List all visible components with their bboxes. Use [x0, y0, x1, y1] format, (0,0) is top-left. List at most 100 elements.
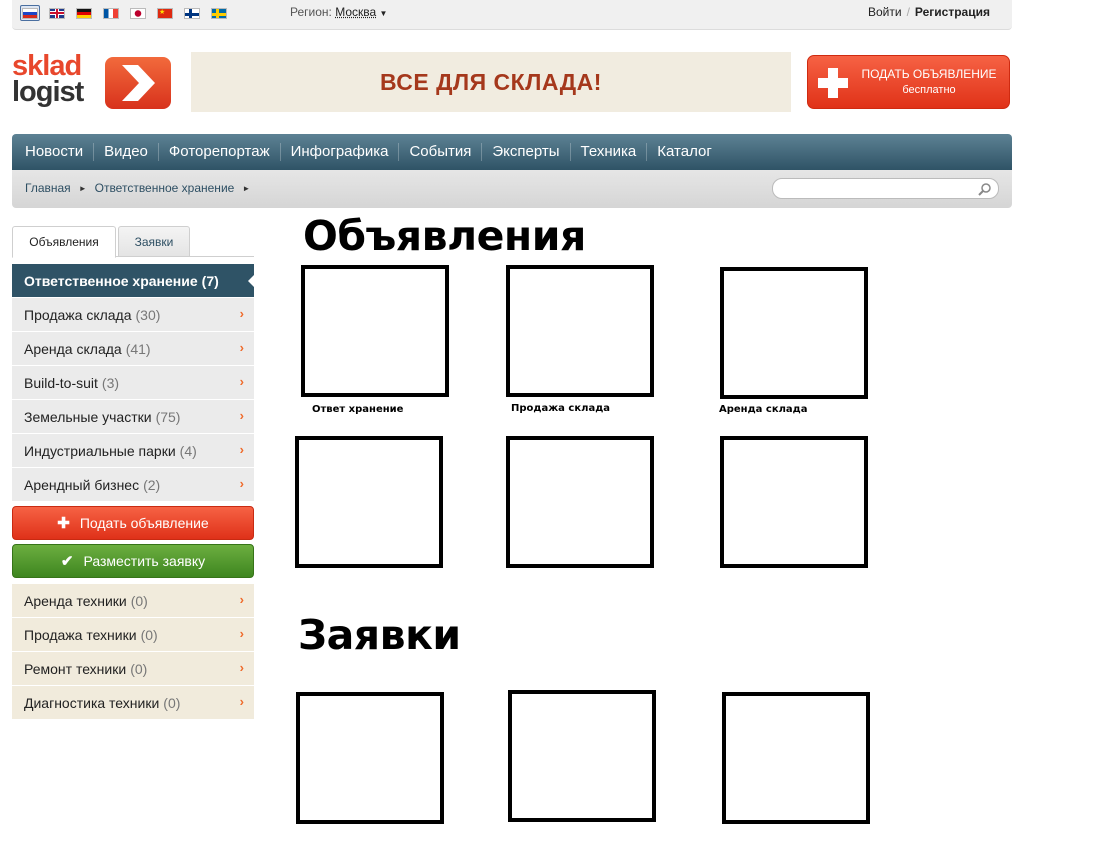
equipment-count: (0) — [140, 626, 158, 643]
nav-item-photo-report[interactable]: Фоторепортаж — [159, 143, 281, 161]
breadcrumb-home[interactable]: Главная — [25, 181, 71, 195]
category-label: Индустриальные парки — [24, 442, 176, 459]
breadcrumb-bar: Главная ► Ответственное хранение ► — [12, 170, 1012, 208]
chevron-right-icon: › — [239, 694, 244, 709]
category-label: Build-to-suit — [24, 374, 98, 391]
search-icon[interactable] — [978, 182, 992, 196]
active-notch-icon — [248, 275, 254, 287]
ad-tile-placeholder[interactable] — [295, 436, 443, 568]
category-label: Аренда склада — [24, 340, 122, 357]
equipment-label: Аренда техники — [24, 592, 127, 609]
ad-tile-caption: Аренда склада — [719, 404, 808, 415]
category-item[interactable]: Земельные участки (75) › — [12, 400, 254, 434]
top-bar: Регион: Москва ▼ Войти / Регистрация — [12, 0, 1012, 30]
language-flags — [20, 5, 229, 21]
region-city-link[interactable]: Москва — [335, 5, 376, 19]
register-link[interactable]: Регистрация — [915, 5, 990, 19]
category-item[interactable]: Индустриальные парки (4) › — [12, 434, 254, 468]
banner-text: ВСЕ ДЛЯ СКЛАДА! — [380, 68, 602, 95]
login-link[interactable]: Войти — [868, 5, 902, 19]
category-label: Продажа склада — [24, 306, 132, 323]
chevron-right-icon: › — [239, 476, 244, 491]
breadcrumb-current[interactable]: Ответственное хранение — [95, 181, 235, 195]
flag-se-icon[interactable] — [209, 5, 229, 21]
main-nav: Новости Видео Фоторепортаж Инфографика С… — [12, 134, 1012, 170]
nav-item-news[interactable]: Новости — [15, 143, 95, 161]
category-label: Ответственное хранение — [24, 272, 198, 289]
category-count: (3) — [101, 374, 120, 391]
category-list: Ответственное хранение (7) Продажа склад… — [12, 264, 254, 502]
flag-ru-icon[interactable] — [20, 5, 40, 21]
logo-arrow-icon — [105, 57, 171, 109]
equipment-item[interactable]: Диагностика техники (0) › — [12, 686, 254, 720]
ad-tile-placeholder[interactable] — [506, 436, 654, 568]
logo-wordmark: sklad logist — [12, 52, 84, 107]
category-count: (2) — [143, 476, 161, 493]
place-request-button[interactable]: ✔ Разместить заявку — [12, 544, 254, 578]
request-tile-placeholder[interactable] — [508, 690, 656, 822]
ad-tile-caption: Ответ хранение — [312, 404, 404, 415]
chevron-right-icon: › — [239, 374, 244, 389]
equipment-list: Аренда техники (0) › Продажа техники (0)… — [12, 584, 254, 720]
equipment-item[interactable]: Ремонт техники (0) › — [12, 652, 254, 686]
flag-jp-icon[interactable] — [128, 5, 148, 21]
promo-banner[interactable]: ВСЕ ДЛЯ СКЛАДА! — [191, 52, 791, 112]
tab-requests[interactable]: Заявки — [118, 226, 190, 257]
nav-item-events[interactable]: События — [399, 143, 483, 161]
category-label: Арендный бизнес — [24, 476, 140, 493]
ad-tile-placeholder[interactable] — [301, 265, 449, 397]
request-tile-placeholder[interactable] — [722, 692, 870, 824]
category-item[interactable]: Арендный бизнес (2) › — [12, 468, 254, 502]
nav-item-video[interactable]: Видео — [94, 143, 159, 161]
flag-fr-icon[interactable] — [101, 5, 121, 21]
category-count: (4) — [179, 442, 197, 459]
category-count: (7) — [201, 272, 219, 289]
post-ad-header-button[interactable]: ПОДАТЬ ОБЪЯВЛЕНИЕ бесплатно — [807, 55, 1010, 109]
site-logo[interactable]: sklad logist — [12, 52, 174, 111]
chevron-right-icon: › — [239, 660, 244, 675]
chevron-right-icon: › — [239, 306, 244, 321]
post-ad-button[interactable]: ✚ Подать объявление — [12, 506, 254, 540]
ad-tile-caption: Продажа склада — [511, 403, 611, 414]
request-tile-placeholder[interactable] — [296, 692, 444, 824]
category-item[interactable]: Ответственное хранение (7) — [12, 264, 254, 298]
category-item[interactable]: Build-to-suit (3) › — [12, 366, 254, 400]
category-count: (75) — [155, 408, 181, 425]
search-input[interactable] — [781, 179, 976, 198]
flag-fi-icon[interactable] — [182, 5, 202, 21]
nav-item-experts[interactable]: Эксперты — [482, 143, 571, 161]
category-count: (41) — [125, 340, 151, 357]
chevron-right-icon: › — [239, 340, 244, 355]
flag-de-icon[interactable] — [74, 5, 94, 21]
flag-gb-icon[interactable] — [47, 5, 67, 21]
equipment-label: Диагностика техники — [24, 694, 160, 711]
equipment-label: Продажа техники — [24, 626, 137, 643]
category-item[interactable]: Аренда склада (41) › — [12, 332, 254, 366]
chevron-right-icon: ► — [78, 183, 87, 193]
sidebar: Объявления Заявки Ответственное хранение… — [12, 226, 254, 720]
chevron-right-icon: › — [239, 626, 244, 641]
nav-item-catalog[interactable]: Каталог — [647, 143, 722, 161]
equipment-item[interactable]: Продажа техники (0) › — [12, 618, 254, 652]
breadcrumb: Главная ► Ответственное хранение ► — [25, 181, 250, 195]
plus-icon — [816, 66, 850, 100]
ad-tile-placeholder[interactable] — [506, 265, 654, 397]
chevron-down-icon[interactable]: ▼ — [380, 9, 388, 18]
chevron-right-icon: › — [239, 442, 244, 457]
place-request-label: Разместить заявку — [83, 553, 206, 569]
nav-item-equipment[interactable]: Техника — [571, 143, 648, 161]
category-item[interactable]: Продажа склада (30) › — [12, 298, 254, 332]
requests-heading: Заявки — [298, 611, 461, 659]
category-count: (30) — [135, 306, 161, 323]
tab-ads[interactable]: Объявления — [12, 226, 116, 258]
plus-icon: ✚ — [57, 515, 70, 532]
flag-cn-icon[interactable] — [155, 5, 175, 21]
ad-tile-placeholder[interactable] — [720, 436, 868, 568]
nav-item-infographics[interactable]: Инфографика — [281, 143, 400, 161]
chevron-right-icon: ► — [242, 183, 251, 193]
region-label: Регион: — [290, 5, 332, 19]
search-box — [772, 178, 999, 199]
equipment-item[interactable]: Аренда техники (0) › — [12, 584, 254, 618]
ad-tile-placeholder[interactable] — [720, 267, 868, 399]
post-ad-label: Подать объявление — [79, 515, 209, 531]
